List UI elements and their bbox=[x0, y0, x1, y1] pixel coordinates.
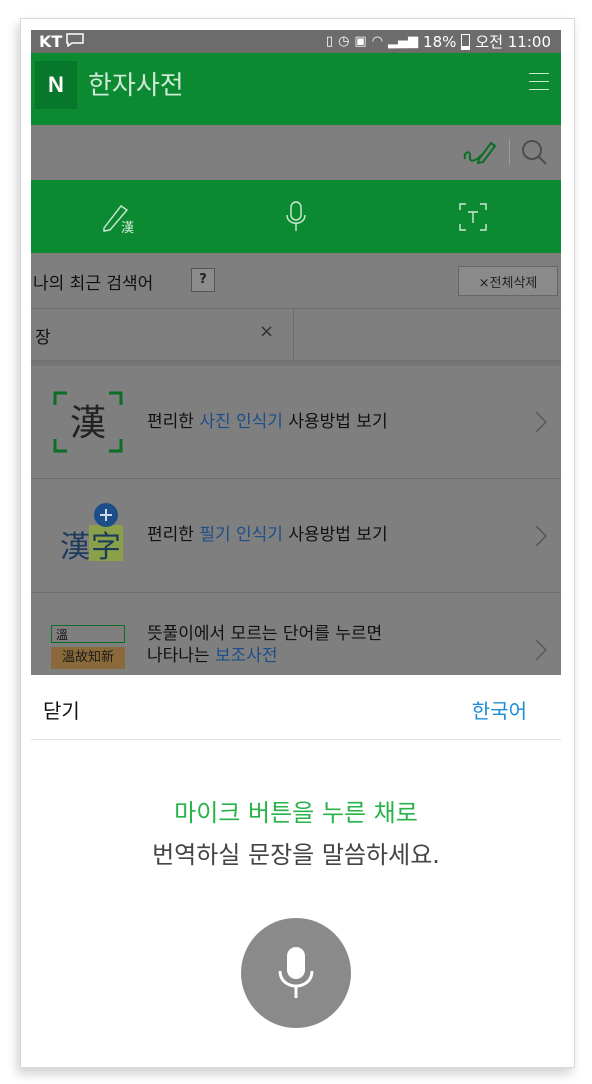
sub-dictionary-icon-top: 溫 bbox=[51, 625, 125, 643]
microphone-icon bbox=[278, 947, 314, 998]
voice-input-sheet: 닫기 한국어 마이크 버튼을 누른 채로 번역하실 문장을 말씀하세요. bbox=[31, 675, 561, 1054]
voice-prompt-secondary: 번역하실 문장을 말씀하세요. bbox=[152, 841, 440, 869]
photo-text-input-button[interactable] bbox=[384, 180, 561, 253]
chevron-right-icon bbox=[535, 411, 547, 433]
chevron-right-icon bbox=[535, 639, 547, 661]
alarm-icon: ◷ bbox=[338, 34, 350, 49]
divider bbox=[509, 139, 510, 165]
signal-icon: ▂▄▆ bbox=[388, 34, 419, 49]
wifi-icon: ◠ bbox=[371, 34, 384, 49]
guide-link[interactable]: 보조사전 bbox=[215, 646, 278, 666]
svg-text:字: 字 bbox=[91, 530, 121, 565]
battery-icon bbox=[461, 33, 471, 50]
hd-voice-icon: ▣ bbox=[354, 34, 367, 49]
photo-recognizer-guide-row[interactable]: 漢 편리한 사진 인식기 사용방법 보기 bbox=[31, 366, 561, 479]
carrier-label: KT bbox=[39, 32, 63, 51]
naver-logo[interactable]: N bbox=[35, 61, 77, 109]
status-bar: KT ▯ ◷ ▣ ◠ ▂▄▆ 18% 오전 11:00 bbox=[31, 30, 561, 53]
svg-text:漢: 漢 bbox=[121, 221, 134, 234]
voice-prompt-primary: 마이크 버튼을 누른 채로 bbox=[174, 799, 418, 827]
language-select-button[interactable]: 한국어 bbox=[472, 695, 527, 724]
handwriting-icon[interactable] bbox=[461, 137, 497, 167]
chevron-right-icon bbox=[535, 525, 547, 547]
photo-recognizer-icon: 漢 bbox=[53, 391, 123, 453]
vibrate-icon: ▯ bbox=[325, 34, 334, 49]
guide-link[interactable]: 사진 인식기 bbox=[199, 412, 283, 432]
guide-link[interactable]: 필기 인식기 bbox=[199, 525, 283, 545]
guide-text: 편리한 필기 인식기 사용방법 보기 bbox=[147, 525, 388, 545]
recent-search-word[interactable]: 장 bbox=[35, 323, 51, 348]
sheet-header: 닫기 한국어 bbox=[31, 675, 561, 740]
input-tools-bar: 漢 bbox=[31, 180, 561, 253]
menu-icon[interactable] bbox=[529, 73, 549, 91]
sub-dictionary-icon-bottom: 溫故知新 bbox=[51, 647, 125, 669]
voice-input-button[interactable] bbox=[208, 180, 385, 253]
recent-searches-title: 나의 최근 검색어 bbox=[33, 274, 154, 294]
divider bbox=[293, 309, 294, 360]
battery-percent: 18% bbox=[423, 32, 457, 51]
guide-text: 뜻풀이에서 모르는 단어를 누르면 나타나는 보조사전 bbox=[147, 624, 383, 666]
app-bar: N 한자사전 bbox=[31, 53, 561, 125]
guide-text: 편리한 사진 인식기 사용방법 보기 bbox=[147, 412, 388, 432]
microphone-icon bbox=[286, 200, 306, 231]
handwriting-input-button[interactable]: 漢 bbox=[31, 180, 208, 253]
svg-text:漢: 漢 bbox=[60, 530, 90, 565]
recent-searches-header: 나의 최근 검색어 ? ×전체삭제 bbox=[31, 253, 561, 309]
clock: 오전 11:00 bbox=[475, 33, 551, 51]
search-input[interactable] bbox=[31, 125, 561, 180]
delete-all-button[interactable]: ×전체삭제 bbox=[458, 266, 558, 296]
message-icon bbox=[66, 32, 85, 51]
remove-recent-button[interactable]: × bbox=[259, 321, 274, 342]
phone-screen: KT ▯ ◷ ▣ ◠ ▂▄▆ 18% 오전 11:00 N 한자사전 漢 나의 … bbox=[31, 30, 561, 1054]
text-scan-icon bbox=[458, 202, 487, 231]
page-title: 한자사전 bbox=[88, 71, 184, 101]
hanja-pen-icon: 漢 bbox=[103, 204, 134, 234]
search-icon[interactable] bbox=[519, 137, 549, 167]
close-button[interactable]: 닫기 bbox=[43, 695, 80, 724]
help-button[interactable]: ? bbox=[191, 268, 215, 292]
svg-text:漢: 漢 bbox=[70, 403, 106, 444]
recent-search-item[interactable]: 장 × bbox=[31, 309, 561, 361]
sub-dictionary-guide-row[interactable]: 溫 溫故知新 뜻풀이에서 모르는 단어를 누르면 나타나는 보조사전 bbox=[31, 593, 561, 676]
microphone-button[interactable] bbox=[241, 918, 351, 1028]
handwriting-recognizer-guide-row[interactable]: 漢 字 편리한 필기 인식기 사용방법 보기 bbox=[31, 479, 561, 593]
handwriting-recognizer-icon: 漢 字 bbox=[60, 503, 123, 565]
